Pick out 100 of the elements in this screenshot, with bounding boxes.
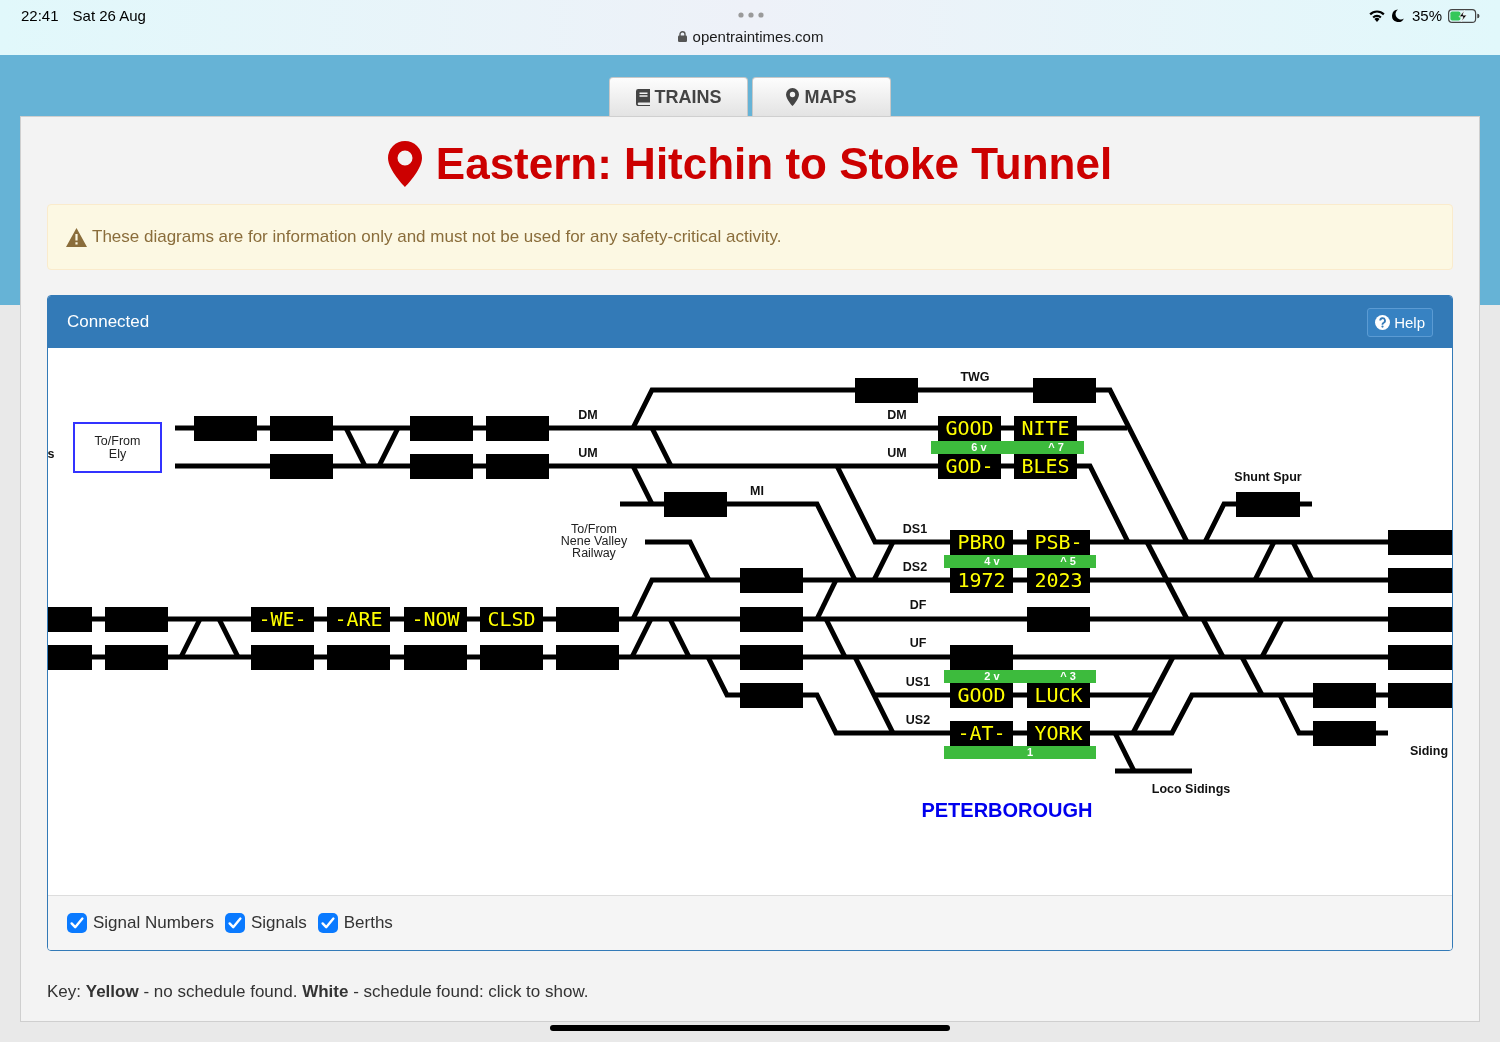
signal-number: 2 v: [984, 670, 1000, 683]
battery-percent: 35%: [1411, 8, 1442, 23]
signal-number: ^ 3: [1060, 670, 1076, 683]
berth: [1388, 683, 1452, 708]
berth: 2023: [1027, 568, 1090, 593]
berth: YORK: [1027, 721, 1090, 746]
berth: [48, 645, 92, 670]
berth: [1313, 721, 1376, 746]
berth: [194, 416, 257, 441]
track-label: s: [48, 447, 55, 461]
berth: [556, 645, 619, 670]
help-button[interactable]: Help: [1367, 307, 1433, 337]
berth: [1236, 492, 1300, 517]
berth: 1972: [950, 568, 1013, 593]
berth: [105, 607, 168, 632]
station-label: PETERBOROUGH: [921, 798, 1093, 822]
berth: [740, 607, 803, 632]
track-label: US2: [905, 713, 931, 727]
berth: [1388, 607, 1452, 632]
help-icon: [1375, 314, 1391, 330]
destination-note: To/From Nene Valley Railway: [559, 523, 629, 559]
berth: [664, 492, 727, 517]
berth: -NOW: [404, 607, 467, 632]
berth: [410, 454, 473, 479]
berth: GOOD: [938, 416, 1001, 441]
track-label: UM: [887, 446, 907, 460]
warning-icon: [66, 227, 87, 247]
clock-time: 22:41: [21, 7, 59, 24]
berth: GOOD: [950, 683, 1013, 708]
nav-tab[interactable]: MAPS: [752, 77, 891, 116]
berth: [1033, 378, 1096, 403]
berth: PBRO: [950, 530, 1013, 555]
checkbox-label[interactable]: Signal Numbers: [93, 913, 214, 933]
berth: GOD-: [938, 454, 1001, 479]
checkbox-label[interactable]: Berths: [343, 913, 393, 933]
berth: -ARE: [327, 607, 390, 632]
berth: LUCK: [1027, 683, 1090, 708]
track-label: Shunt Spur: [1234, 470, 1302, 484]
berth: CLSD: [480, 607, 543, 632]
berth: [556, 607, 619, 632]
berth: [855, 378, 918, 403]
berth: [251, 645, 314, 670]
signal-number: 6 v: [971, 441, 987, 454]
track-label: DM: [578, 408, 598, 422]
berth: [270, 416, 333, 441]
map-pin-icon: [387, 141, 422, 187]
berth: -WE-: [251, 607, 314, 632]
wifi-icon: [1367, 9, 1386, 22]
track-label: MI: [750, 484, 764, 498]
lock-icon: [677, 31, 687, 42]
track-label: DF: [909, 598, 927, 612]
track-label: DM: [887, 408, 907, 422]
berth: [1388, 568, 1452, 593]
berth: [410, 416, 473, 441]
book-icon: [635, 88, 650, 106]
berth: [270, 454, 333, 479]
key-text: Key: Yellow - no schedule found. White - schedule found: click to show.: [47, 981, 590, 1003]
battery-icon: [1448, 8, 1480, 23]
berth: [48, 607, 92, 632]
checkbox[interactable]: [317, 913, 338, 933]
berth: [1313, 683, 1376, 708]
signal-number: ^ 5: [1060, 555, 1076, 568]
destination-link[interactable]: To/From Ely: [73, 422, 162, 473]
berth: [1027, 607, 1090, 632]
track-label: US1: [905, 675, 931, 689]
track-label: Siding: [1409, 744, 1449, 758]
track-label: UF: [909, 636, 927, 650]
signal-number: 1: [1026, 746, 1034, 759]
more-icon[interactable]: [737, 12, 764, 18]
alert-text: These diagrams are for information only and must not be used for any safety-critical activity.: [92, 226, 782, 248]
berth: BLES: [1014, 454, 1077, 479]
berth: [1388, 645, 1452, 670]
checkbox-label[interactable]: Signals: [250, 913, 307, 933]
berth: [1388, 530, 1452, 555]
page-title: Eastern: Hitchin to Stoke Tunnel: [435, 138, 1113, 190]
nav-tab[interactable]: TRAINS: [609, 77, 748, 116]
moon-icon: [1391, 9, 1404, 22]
checkbox[interactable]: [67, 913, 87, 933]
berth: [740, 683, 803, 708]
url-text[interactable]: opentraintimes.com: [692, 28, 824, 45]
berth: [404, 645, 467, 670]
berth: [740, 645, 803, 670]
panel-title: Connected: [67, 312, 150, 332]
berth: [740, 568, 803, 593]
berth: [486, 416, 549, 441]
berth: [480, 645, 543, 670]
berth: [486, 454, 549, 479]
checkbox[interactable]: [224, 913, 245, 933]
track-label: UM: [578, 446, 598, 460]
map-pin-icon: [786, 88, 800, 106]
track-label: TWG: [960, 370, 990, 384]
berth: [105, 645, 168, 670]
track-label: DS1: [902, 522, 928, 536]
berth: -AT-: [950, 721, 1013, 746]
berth: [950, 645, 1013, 670]
berth: [327, 645, 390, 670]
date-text: Sat 26 Aug: [72, 7, 146, 24]
signal-number: ^ 7: [1048, 441, 1064, 454]
signal-number: 4 v: [984, 555, 1000, 568]
track-label: Loco Sidings: [1151, 782, 1231, 796]
